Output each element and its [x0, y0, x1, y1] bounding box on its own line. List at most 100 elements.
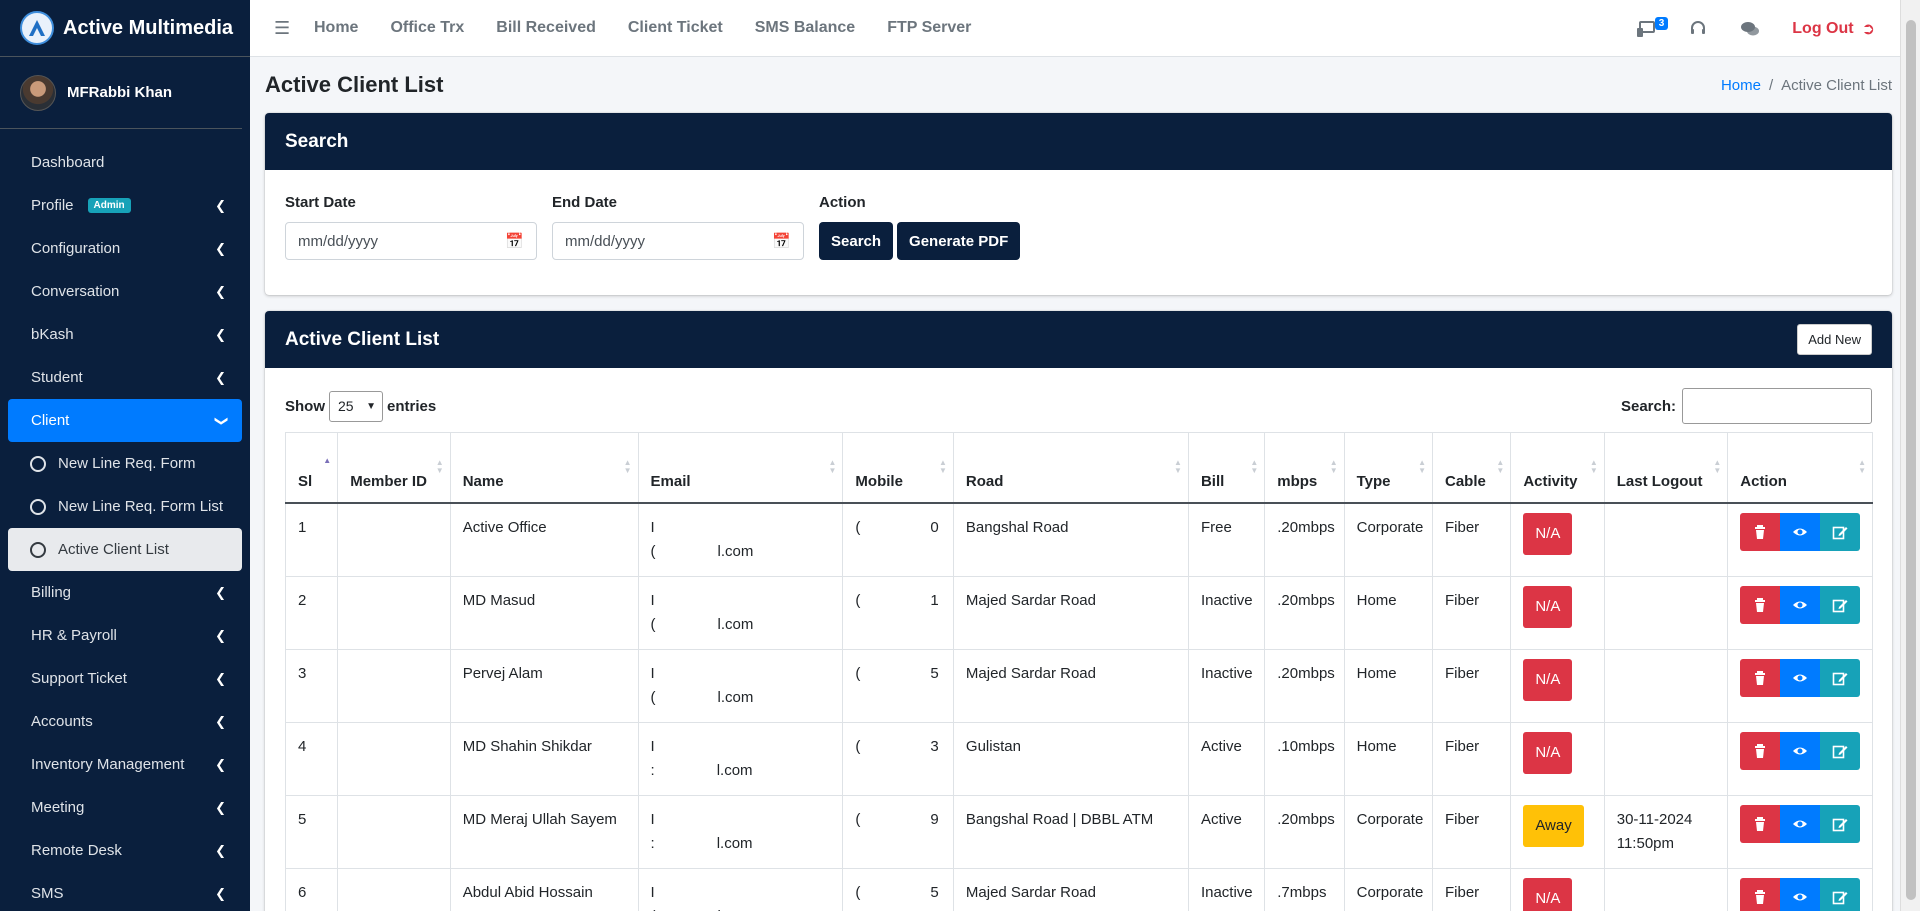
logout-label: Log Out — [1792, 19, 1854, 37]
nav-link-office-trx[interactable]: Office Trx — [390, 19, 464, 37]
add-new-button[interactable]: Add New — [1797, 324, 1872, 355]
edit-icon — [1832, 745, 1848, 758]
column-header-last-logout[interactable]: Last Logout ▲ ▼ — [1603, 432, 1729, 504]
sidebar-item-hr-payroll[interactable]: HR & Payroll ❮ — [8, 614, 242, 657]
column-header-email[interactable]: Email ▲ ▼ — [637, 432, 844, 504]
edit-button[interactable] — [1820, 804, 1860, 843]
column-header-sl[interactable]: Sl ▲ — [284, 432, 339, 504]
table-row[interactable]: 1 Active Office I (l.com (0 Bangshal Road… — [284, 502, 1873, 577]
sidebar-item-profile[interactable]: Profile Admin ❮ — [8, 184, 242, 227]
devices-icon[interactable]: 3 — [1636, 16, 1669, 39]
edit-icon — [1832, 672, 1848, 685]
sidebar-item-client[interactable]: Client ❮ — [8, 399, 242, 442]
column-header-name[interactable]: Name ▲ ▼ — [449, 432, 639, 504]
trash-icon — [1755, 889, 1766, 904]
sidebar-item-inventory-management[interactable]: Inventory Management ❮ — [8, 743, 242, 786]
cell-cable: Fiber — [1431, 648, 1512, 723]
entries-select[interactable]: 25 ▼ — [329, 390, 383, 422]
edit-icon — [1832, 599, 1848, 612]
sidebar-item-active-client-list[interactable]: Active Client List — [8, 528, 242, 571]
column-header-activity[interactable]: Activity ▲ ▼ — [1510, 432, 1605, 504]
generate-pdf-button[interactable]: Generate PDF — [897, 222, 1021, 260]
column-header-action[interactable]: Action ▲ ▼ — [1727, 432, 1873, 504]
sidebar-item-support-ticket[interactable]: Support Ticket ❮ — [8, 657, 242, 700]
sidebar-item-label: Conversation — [31, 283, 120, 300]
column-header-type[interactable]: Type ▲ ▼ — [1343, 432, 1433, 504]
brand[interactable]: Active Multimedia — [0, 0, 250, 57]
logout-button[interactable]: Log Out ➲ — [1792, 19, 1875, 39]
column-header-member-id[interactable]: Member ID ▲ ▼ — [337, 432, 451, 504]
sidebar-item-meeting[interactable]: Meeting ❮ — [8, 786, 242, 829]
column-header-road[interactable]: Road ▲ ▼ — [952, 432, 1189, 504]
page-scrollbar[interactable] — [1900, 0, 1920, 911]
sidebar-item-sms[interactable]: SMS ❮ — [8, 872, 242, 911]
column-header-mobile[interactable]: Mobile ▲ ▼ — [842, 432, 954, 504]
sidebar-item-billing[interactable]: Billing ❮ — [8, 571, 242, 614]
sidebar-item-new-line-req-form-list[interactable]: New Line Req. Form List — [8, 485, 242, 528]
email-fragment: l.com — [717, 615, 754, 633]
start-date-input[interactable]: mm/dd/yyyy 📅 — [285, 222, 537, 260]
view-button[interactable] — [1780, 658, 1821, 697]
search-button[interactable]: Search — [819, 222, 894, 260]
sidebar-item-remote-desk[interactable]: Remote Desk ❮ — [8, 829, 242, 872]
calendar-icon[interactable]: 📅 — [772, 232, 791, 250]
sidebar-item-dashboard[interactable]: Dashboard — [8, 141, 242, 184]
chevron-left-icon: ❮ — [215, 713, 226, 729]
user-name[interactable]: MFRabbi Khan — [67, 84, 172, 101]
scrollbar-thumb[interactable] — [1906, 20, 1916, 900]
calendar-icon[interactable]: 📅 — [505, 232, 524, 250]
edit-button[interactable] — [1820, 658, 1860, 697]
sidebar-item-student[interactable]: Student ❮ — [8, 356, 242, 399]
table-row[interactable]: 2 MD Masud I(l.com (1 Majed Sardar Road … — [284, 575, 1873, 650]
nav-link-home[interactable]: Home — [314, 19, 358, 37]
table-row[interactable]: 5 MD Meraj Ullah Sayem I: l.com (9 Bangsh… — [284, 794, 1873, 869]
column-header-cable[interactable]: Cable ▲ ▼ — [1431, 432, 1512, 504]
nav-link-sms-balance[interactable]: SMS Balance — [755, 19, 855, 37]
edit-button[interactable] — [1820, 877, 1860, 911]
table-row[interactable]: 6 Abdul Abid Hossain I (l.com (5 Majed Sa… — [284, 867, 1873, 911]
nav-link-ftp-server[interactable]: FTP Server — [887, 19, 971, 37]
sort-icon: ▲ ▼ — [1329, 458, 1338, 476]
delete-button[interactable] — [1740, 877, 1781, 911]
edit-button[interactable] — [1820, 585, 1860, 624]
column-header-mbps[interactable]: mbps ▲ ▼ — [1264, 432, 1345, 504]
sidebar-item-configuration[interactable]: Configuration ❮ — [8, 227, 242, 270]
delete-button[interactable] — [1740, 658, 1781, 697]
breadcrumb-home-link[interactable]: Home — [1721, 77, 1761, 94]
cell-action — [1727, 721, 1873, 796]
nav-link-bill-received[interactable]: Bill Received — [496, 19, 596, 37]
sidebar-item-accounts[interactable]: Accounts ❮ — [8, 700, 242, 743]
sidebar-item-new-line-req-form[interactable]: New Line Req. Form — [8, 442, 242, 485]
end-date-input[interactable]: mm/dd/yyyy 📅 — [552, 222, 804, 260]
email-fragment: I — [650, 518, 655, 536]
view-button[interactable] — [1780, 585, 1821, 624]
view-button[interactable] — [1780, 804, 1821, 843]
user-panel[interactable]: MFRabbi Khan — [0, 57, 242, 129]
column-label: Action — [1740, 472, 1787, 490]
nav-link-client-ticket[interactable]: Client Ticket — [628, 19, 723, 37]
table-search-input[interactable] — [1682, 388, 1872, 424]
cell-cable: Fiber — [1431, 502, 1512, 577]
table-row[interactable]: 3 Pervej Alam I (l.com (5 Majed Sardar Ro… — [284, 648, 1873, 723]
edit-button[interactable] — [1820, 731, 1860, 770]
column-header-bill[interactable]: Bill ▲ ▼ — [1187, 432, 1266, 504]
sidebar-item-conversation[interactable]: Conversation ❮ — [8, 270, 242, 313]
delete-button[interactable] — [1740, 585, 1781, 624]
sidebar-item-bkash[interactable]: bKash ❮ — [8, 313, 242, 356]
delete-button[interactable] — [1740, 512, 1781, 551]
edit-icon — [1832, 526, 1848, 539]
view-button[interactable] — [1780, 512, 1821, 551]
delete-button[interactable] — [1740, 804, 1781, 843]
view-button[interactable] — [1780, 731, 1821, 770]
clients-table: Sl ▲ Member ID ▲ ▼ Name ▲ ▼ Email ▲ ▼ Mobile ▲ ▼ … — [284, 432, 1873, 911]
comments-icon[interactable] — [1740, 19, 1760, 39]
headset-icon[interactable] — [1688, 19, 1708, 39]
edit-button[interactable] — [1820, 512, 1860, 551]
hamburger-menu-icon[interactable]: ☰ — [274, 18, 290, 39]
column-label: Sl — [298, 472, 313, 490]
entries-label: entries — [387, 397, 437, 415]
delete-button[interactable] — [1740, 731, 1781, 770]
sidebar-item-label: Client — [31, 412, 70, 429]
table-row[interactable]: 4 MD Shahin Shikdar I: l.com (3 Gulistan … — [284, 721, 1873, 796]
view-button[interactable] — [1780, 877, 1821, 911]
